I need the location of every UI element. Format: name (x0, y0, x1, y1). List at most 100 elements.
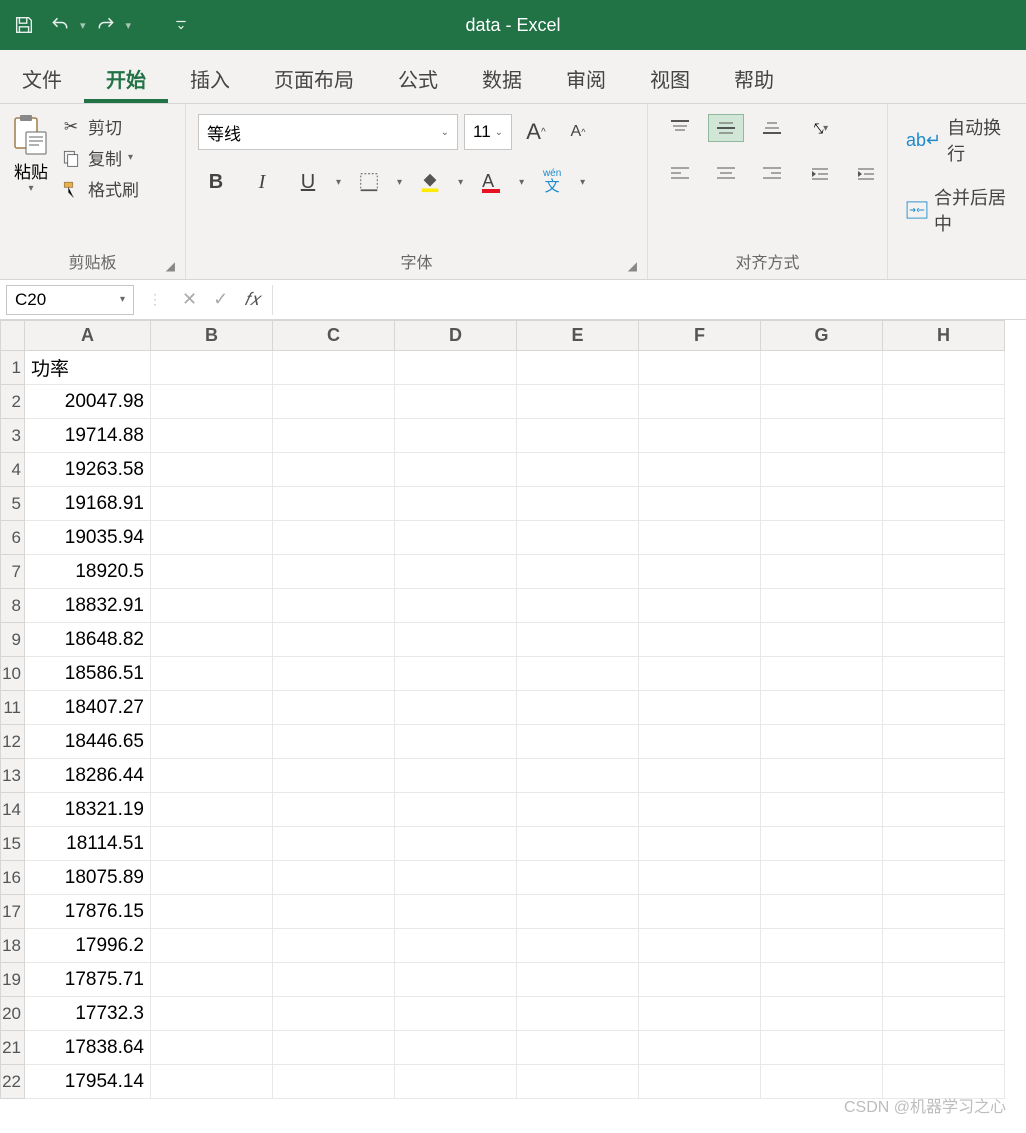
font-size-select[interactable]: 11 ⌄ (464, 114, 512, 150)
cell[interactable] (395, 521, 517, 555)
cancel-formula-icon[interactable]: ✕ (182, 289, 197, 310)
increase-indent-button[interactable] (848, 160, 884, 188)
cell[interactable] (273, 1065, 395, 1099)
cell[interactable] (639, 351, 761, 385)
row-header[interactable]: 20 (1, 997, 25, 1031)
cell[interactable] (273, 487, 395, 521)
cell[interactable] (517, 929, 639, 963)
cell[interactable] (273, 351, 395, 385)
cell[interactable]: 18920.5 (25, 555, 151, 589)
cut-button[interactable]: ✂ 剪切 (60, 114, 139, 139)
cell[interactable] (883, 1031, 1005, 1065)
cell[interactable] (273, 589, 395, 623)
cell[interactable] (517, 385, 639, 419)
row-header[interactable]: 18 (1, 929, 25, 963)
cell[interactable] (761, 895, 883, 929)
cell[interactable] (639, 895, 761, 929)
formula-input[interactable] (272, 285, 1026, 315)
row-header[interactable]: 5 (1, 487, 25, 521)
tab-2[interactable]: 插入 (168, 52, 252, 103)
row-header[interactable]: 9 (1, 623, 25, 657)
row-header[interactable]: 4 (1, 453, 25, 487)
cell[interactable] (761, 725, 883, 759)
cell[interactable]: 18648.82 (25, 623, 151, 657)
cell[interactable] (273, 453, 395, 487)
cell[interactable]: 19035.94 (25, 521, 151, 555)
cell[interactable] (273, 691, 395, 725)
cell[interactable]: 18446.65 (25, 725, 151, 759)
cell[interactable] (151, 963, 273, 997)
cell[interactable] (761, 963, 883, 997)
cell[interactable] (151, 691, 273, 725)
cell[interactable] (883, 997, 1005, 1031)
cell[interactable]: 17954.14 (25, 1065, 151, 1099)
cell[interactable] (395, 351, 517, 385)
cell[interactable] (883, 521, 1005, 555)
cell[interactable] (151, 929, 273, 963)
cell[interactable] (517, 521, 639, 555)
cell[interactable] (639, 589, 761, 623)
cell[interactable] (395, 691, 517, 725)
redo-icon[interactable] (92, 11, 120, 39)
row-header[interactable]: 2 (1, 385, 25, 419)
cell[interactable] (883, 657, 1005, 691)
orientation-button[interactable]: ⤡▾ (802, 114, 838, 142)
cell[interactable] (395, 827, 517, 861)
cell[interactable] (883, 385, 1005, 419)
cell[interactable] (273, 929, 395, 963)
tab-1[interactable]: 开始 (84, 52, 168, 103)
cell[interactable] (151, 453, 273, 487)
cell[interactable] (883, 861, 1005, 895)
redo-dropdown[interactable]: ▾ (126, 19, 132, 32)
tab-7[interactable]: 视图 (628, 52, 712, 103)
name-box[interactable]: C20 ▾ (6, 285, 134, 315)
underline-button[interactable]: U (290, 164, 326, 200)
cell[interactable] (761, 555, 883, 589)
phonetic-button[interactable]: wén 文 (534, 164, 570, 200)
cell[interactable] (639, 487, 761, 521)
cell[interactable] (639, 521, 761, 555)
row-header[interactable]: 16 (1, 861, 25, 895)
cell[interactable] (395, 997, 517, 1031)
cell[interactable] (151, 521, 273, 555)
cell[interactable] (517, 351, 639, 385)
cell[interactable] (395, 725, 517, 759)
decrease-indent-button[interactable] (802, 160, 838, 188)
clipboard-launcher-icon[interactable]: ◢ (166, 259, 175, 273)
column-header[interactable]: B (151, 321, 273, 351)
confirm-formula-icon[interactable]: ✓ (213, 289, 228, 310)
cell[interactable] (761, 691, 883, 725)
row-header[interactable]: 14 (1, 793, 25, 827)
decrease-font-button[interactable]: A^ (560, 114, 596, 150)
cell[interactable] (761, 385, 883, 419)
cell[interactable] (883, 759, 1005, 793)
row-header[interactable]: 8 (1, 589, 25, 623)
undo-dropdown[interactable]: ▾ (80, 19, 86, 32)
cell[interactable] (883, 555, 1005, 589)
align-left-button[interactable] (662, 160, 698, 188)
cell[interactable] (883, 725, 1005, 759)
cell[interactable] (761, 861, 883, 895)
tab-0[interactable]: 文件 (0, 52, 84, 103)
cell[interactable] (517, 861, 639, 895)
cell[interactable] (395, 657, 517, 691)
cell[interactable] (151, 759, 273, 793)
cell[interactable] (395, 385, 517, 419)
bold-button[interactable]: B (198, 164, 234, 200)
select-all-corner[interactable] (1, 321, 25, 351)
align-bottom-button[interactable] (754, 114, 790, 142)
cell[interactable] (395, 1065, 517, 1099)
cell[interactable] (273, 861, 395, 895)
phonetic-dropdown[interactable]: ▾ (580, 177, 585, 188)
cell[interactable] (761, 793, 883, 827)
cell[interactable] (151, 589, 273, 623)
cell[interactable] (517, 1031, 639, 1065)
column-header[interactable]: E (517, 321, 639, 351)
cell[interactable] (883, 827, 1005, 861)
cell[interactable] (151, 419, 273, 453)
cell[interactable] (151, 555, 273, 589)
cell[interactable] (517, 691, 639, 725)
cell[interactable] (761, 827, 883, 861)
cell[interactable] (395, 419, 517, 453)
cell[interactable] (395, 453, 517, 487)
